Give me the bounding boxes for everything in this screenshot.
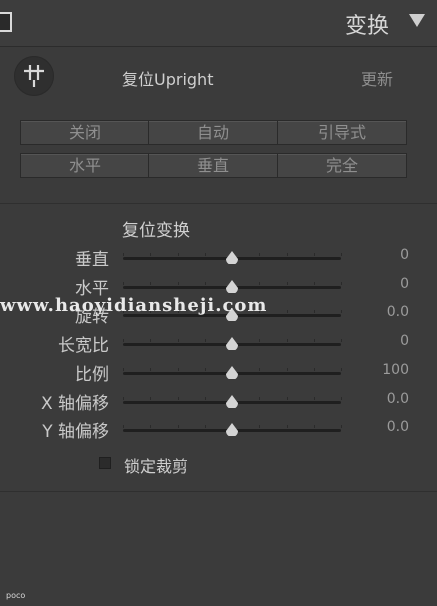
slider-value[interactable]: 100 xyxy=(382,362,409,378)
slider-tick xyxy=(177,253,179,256)
slider-tick xyxy=(177,425,179,429)
slider-tick xyxy=(177,281,179,285)
upright-level-button[interactable]: 水平 xyxy=(20,153,150,178)
upright-full-button[interactable]: 完全 xyxy=(277,153,407,178)
slider-tick xyxy=(204,339,206,343)
slider-tick xyxy=(341,367,342,371)
slider-tick xyxy=(341,396,342,400)
slider-tick xyxy=(313,367,315,371)
slider-value[interactable]: 0 xyxy=(400,276,409,292)
slider-tick xyxy=(123,367,124,371)
slider-row: X 轴偏移 0.0 xyxy=(0,387,437,415)
slider-tick xyxy=(259,425,261,429)
slider-value[interactable]: 0 xyxy=(400,333,409,349)
slider-tick xyxy=(313,339,315,343)
transform-panel: 变换 复位Upright 更新 关闭 自动 引导式 水平 垂直 完全 复位变换 … xyxy=(0,0,437,606)
panel-title: 变换 xyxy=(344,14,389,39)
slider-label: Y 轴偏移 xyxy=(42,422,109,443)
slider-value[interactable]: 0.0 xyxy=(387,419,409,435)
reset-transform-button[interactable]: 复位变换 xyxy=(122,216,190,241)
slider-tick xyxy=(341,425,342,429)
lock-crop-checkbox[interactable] xyxy=(99,457,111,469)
upright-guided-button[interactable]: 引导式 xyxy=(277,120,407,145)
slider-label: X 轴偏移 xyxy=(40,393,109,414)
slider-tick xyxy=(204,425,206,429)
panel-collapse-handle[interactable] xyxy=(0,12,12,32)
reset-upright-button[interactable]: 复位Upright xyxy=(122,66,213,90)
slider-tick xyxy=(177,339,179,343)
slider-tick xyxy=(313,281,315,285)
slider-tick xyxy=(123,339,124,343)
slider-thumb[interactable] xyxy=(225,393,239,409)
slider-tick xyxy=(177,367,179,371)
slider-label: 长宽比 xyxy=(58,336,109,357)
slider-thumb[interactable] xyxy=(225,249,239,265)
slider-tick xyxy=(150,339,152,343)
slider-thumb[interactable] xyxy=(225,278,239,294)
chevron-down-icon[interactable] xyxy=(409,14,425,27)
slider-tick xyxy=(286,396,288,400)
slider-tick xyxy=(150,281,152,285)
slider-row: 长宽比 0 xyxy=(0,329,437,357)
crop-upright-icon[interactable] xyxy=(14,56,54,96)
slider-tick xyxy=(123,396,124,400)
slider-tick xyxy=(259,396,261,400)
slider-tick xyxy=(204,253,206,256)
slider-tick xyxy=(259,367,261,371)
section-divider xyxy=(0,203,437,204)
slider-tick xyxy=(259,339,261,343)
slider-value[interactable]: 0 xyxy=(400,247,409,263)
slider-tick xyxy=(286,253,288,256)
slider-tick xyxy=(286,425,288,429)
upright-vertical-button[interactable]: 垂直 xyxy=(148,153,278,178)
slider-thumb[interactable] xyxy=(225,335,239,352)
watermark-text: www.haoyidiansheji.com xyxy=(0,295,268,316)
slider-tick xyxy=(313,253,315,256)
upright-off-button[interactable]: 关闭 xyxy=(20,120,150,145)
poco-badge: poco xyxy=(6,591,26,600)
slider-tick xyxy=(123,425,124,429)
slider-tick xyxy=(123,281,124,285)
slider-tick xyxy=(286,281,288,285)
slider-tick xyxy=(150,253,152,256)
slider-row: 垂直 0 xyxy=(0,243,437,271)
slider-tick xyxy=(313,425,315,429)
slider-tick xyxy=(204,367,206,371)
slider-tick xyxy=(259,253,261,256)
slider-tick xyxy=(341,281,342,285)
panel-header[interactable]: 变换 xyxy=(0,0,437,47)
slider-tick xyxy=(150,367,152,371)
slider-tick xyxy=(123,253,124,256)
slider-tick xyxy=(150,425,152,429)
slider-thumb[interactable] xyxy=(225,421,239,438)
update-button[interactable]: 更新 xyxy=(361,66,393,90)
slider-tick xyxy=(313,396,315,400)
section-divider xyxy=(0,491,437,492)
slider-tick xyxy=(150,396,152,400)
slider-tick xyxy=(259,281,261,285)
slider-row: 比例 100 xyxy=(0,358,437,386)
slider-value[interactable]: 0.0 xyxy=(387,391,409,407)
lock-crop-label: 锁定裁剪 xyxy=(124,457,189,476)
upright-auto-button[interactable]: 自动 xyxy=(148,120,278,145)
slider-label: 垂直 xyxy=(75,250,109,270)
slider-tick xyxy=(286,367,288,371)
slider-label: 比例 xyxy=(75,364,109,385)
slider-tick xyxy=(286,339,288,343)
slider-row: Y 轴偏移 0.0 xyxy=(0,415,437,443)
slider-tick xyxy=(204,281,206,285)
slider-tick xyxy=(341,253,342,256)
slider-tick xyxy=(341,339,342,343)
slider-thumb[interactable] xyxy=(225,364,239,380)
slider-tick xyxy=(204,396,206,400)
slider-tick xyxy=(177,396,179,400)
